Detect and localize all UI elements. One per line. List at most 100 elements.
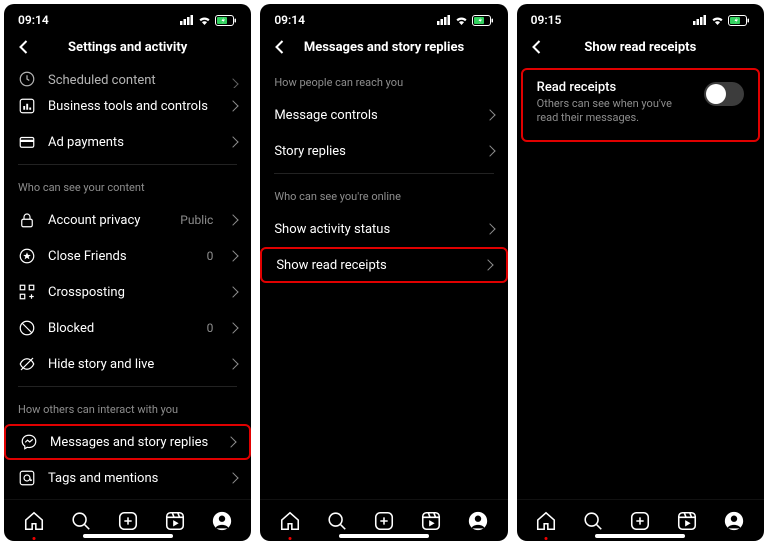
settings-row-business-tools-and-controls[interactable]: Business tools and controls (4, 88, 251, 124)
nav-create[interactable] (370, 507, 398, 535)
setting-title: Read receipts (537, 80, 692, 95)
settings-row-show-activity-status[interactable]: Show activity status (260, 211, 507, 247)
settings-row-story-replies[interactable]: Story replies (260, 133, 507, 169)
status-indicators (180, 15, 237, 26)
row-label: Business tools and controls (48, 99, 217, 114)
divider (274, 173, 493, 174)
page-title: Settings and activity (4, 40, 251, 55)
row-label: Story replies (274, 144, 473, 159)
clock-icon (18, 70, 36, 88)
nav-profile[interactable] (208, 507, 236, 535)
back-button[interactable] (268, 35, 292, 59)
back-button[interactable] (525, 35, 549, 59)
header: Show read receipts (517, 30, 764, 64)
plus-square-icon (117, 510, 139, 532)
nav-profile[interactable] (720, 507, 748, 535)
messenger-icon (20, 433, 38, 451)
tag-icon (18, 469, 36, 487)
phone-read-receipts: 09:15 Show read receipts Read receipts O… (517, 4, 764, 541)
cellular-icon (180, 15, 194, 25)
crosspost-icon (18, 283, 36, 301)
nav-home[interactable] (532, 507, 560, 535)
chevron-right-icon (484, 109, 495, 120)
content: Read receipts Others can see when you've… (517, 64, 764, 499)
settings-row-messages-and-story-replies[interactable]: Messages and story replies (4, 424, 251, 460)
divider (18, 164, 237, 165)
row-label: Crossposting (48, 285, 217, 300)
chevron-right-icon (228, 286, 239, 297)
settings-row-tags-and-mentions[interactable]: Tags and mentions (4, 460, 251, 496)
settings-row-message-controls[interactable]: Message controls (260, 97, 507, 133)
nav-search[interactable] (579, 507, 607, 535)
chevron-right-icon (484, 145, 495, 156)
settings-row-ad-payments[interactable]: Ad payments (4, 124, 251, 160)
chevron-right-icon (484, 223, 495, 234)
row-label: Message controls (274, 108, 473, 123)
settings-row-hide-story-and-live[interactable]: Hide story and live (4, 346, 251, 382)
row-label: Blocked (48, 321, 195, 336)
settings-row-scheduled-content[interactable]: Scheduled content (4, 64, 251, 88)
settings-row-close-friends[interactable]: Close Friends0 (4, 238, 251, 274)
search-icon (326, 510, 348, 532)
header: Messages and story replies (260, 30, 507, 64)
nav-search[interactable] (67, 507, 95, 535)
row-label: Ad payments (48, 135, 217, 150)
nav-create[interactable] (626, 507, 654, 535)
back-button[interactable] (12, 35, 36, 59)
nav-create[interactable] (114, 507, 142, 535)
chevron-right-icon (228, 78, 239, 88)
home-icon (535, 510, 557, 532)
home-indicator (83, 534, 173, 538)
nav-reels[interactable] (673, 507, 701, 535)
status-indicators (437, 15, 494, 26)
settings-row-comments[interactable]: Comments (4, 496, 251, 499)
home-icon (23, 510, 45, 532)
home-icon (279, 510, 301, 532)
nav-profile[interactable] (464, 507, 492, 535)
chevron-left-icon (17, 40, 31, 54)
chevron-right-icon (228, 100, 239, 111)
battery-icon (728, 15, 750, 26)
wifi-icon (455, 15, 468, 25)
nav-reels[interactable] (161, 507, 189, 535)
status-bar: 09:14 (260, 10, 507, 30)
row-value: 0 (207, 321, 214, 335)
battery-icon (472, 15, 494, 26)
nav-reels[interactable] (417, 507, 445, 535)
settings-row-crossposting[interactable]: Crossposting (4, 274, 251, 310)
lock-icon (18, 211, 36, 229)
phone-messages-settings: 09:14 Messages and story replies How peo… (260, 4, 507, 541)
status-bar: 09:15 (517, 10, 764, 30)
settings-row-account-privacy[interactable]: Account privacyPublic (4, 202, 251, 238)
reels-icon (676, 510, 698, 532)
read-receipts-toggle[interactable] (704, 82, 744, 106)
blocked-icon (18, 319, 36, 337)
chevron-right-icon (228, 250, 239, 261)
read-receipts-setting: Read receipts Others can see when you've… (521, 68, 760, 142)
credit-card-icon (18, 133, 36, 151)
settings-row-blocked[interactable]: Blocked 0 (4, 310, 251, 346)
row-value: 0 (207, 249, 214, 263)
plus-square-icon (373, 510, 395, 532)
chevron-left-icon (530, 40, 544, 54)
toggle-knob (706, 84, 726, 104)
status-time: 09:14 (274, 13, 305, 27)
settings-row-show-read-receipts[interactable]: Show read receipts (260, 247, 507, 283)
status-time: 09:14 (18, 13, 49, 27)
nav-home[interactable] (276, 507, 304, 535)
status-indicators (693, 15, 750, 26)
nav-home[interactable] (20, 507, 48, 535)
wifi-icon (711, 15, 724, 25)
phone-settings: 09:14 Settings and activity Scheduled co… (4, 4, 251, 541)
chevron-right-icon (482, 259, 493, 270)
section-label: How people can reach you (260, 64, 507, 97)
cellular-icon (437, 15, 451, 25)
content: Scheduled content Business tools and cont… (4, 64, 251, 499)
row-value: Public (180, 213, 213, 227)
content: How people can reach you Message controls… (260, 64, 507, 499)
header: Settings and activity (4, 30, 251, 64)
wifi-icon (198, 15, 211, 25)
row-label: Show read receipts (276, 258, 471, 273)
nav-search[interactable] (323, 507, 351, 535)
reels-icon (164, 510, 186, 532)
